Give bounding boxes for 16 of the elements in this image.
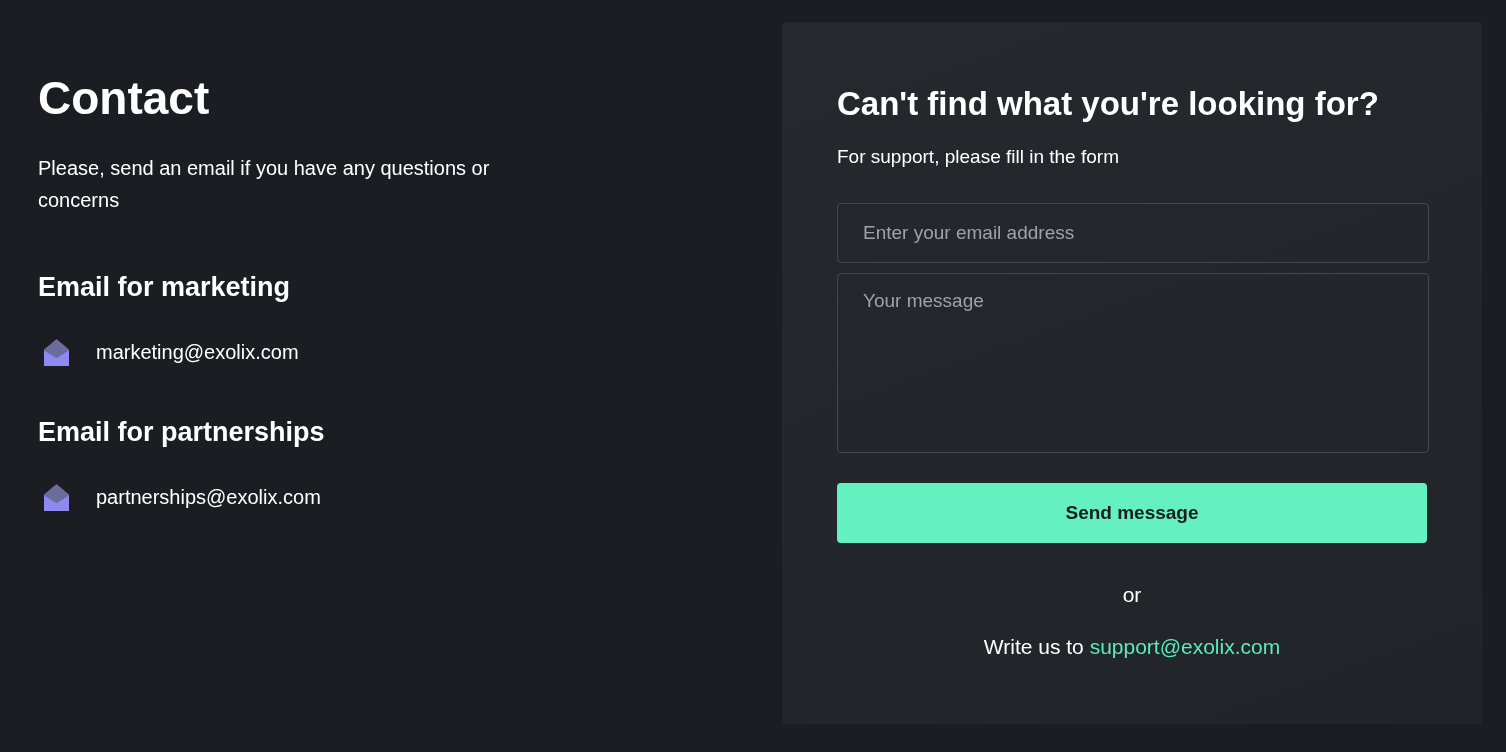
separator-text: or xyxy=(1121,582,1143,608)
send-message-button[interactable]: Send message xyxy=(837,483,1427,543)
email-link[interactable]: partnerships@exolix.com xyxy=(96,481,321,513)
form-title: Can't find what you're looking for? xyxy=(837,84,1380,124)
page-title: Contact xyxy=(38,71,211,126)
envelope-icon xyxy=(44,483,69,511)
email-link[interactable]: marketing@exolix.com xyxy=(96,336,299,368)
alternative-contact-text: Write us to support@exolix.com xyxy=(982,634,1282,660)
section-heading: Email for partnerships xyxy=(38,416,326,449)
message-field[interactable]: Your message xyxy=(837,273,1429,453)
section-heading: Email for marketing xyxy=(38,271,292,304)
envelope-icon xyxy=(44,338,69,366)
email-input-field[interactable]: Enter your email address xyxy=(837,203,1429,263)
form-subtitle: For support, please fill in the form xyxy=(837,145,1120,169)
intro-text: Please, send an email if you have any questions or concerns xyxy=(38,156,491,213)
support-email-link[interactable]: support@exolix.com xyxy=(1089,635,1281,658)
